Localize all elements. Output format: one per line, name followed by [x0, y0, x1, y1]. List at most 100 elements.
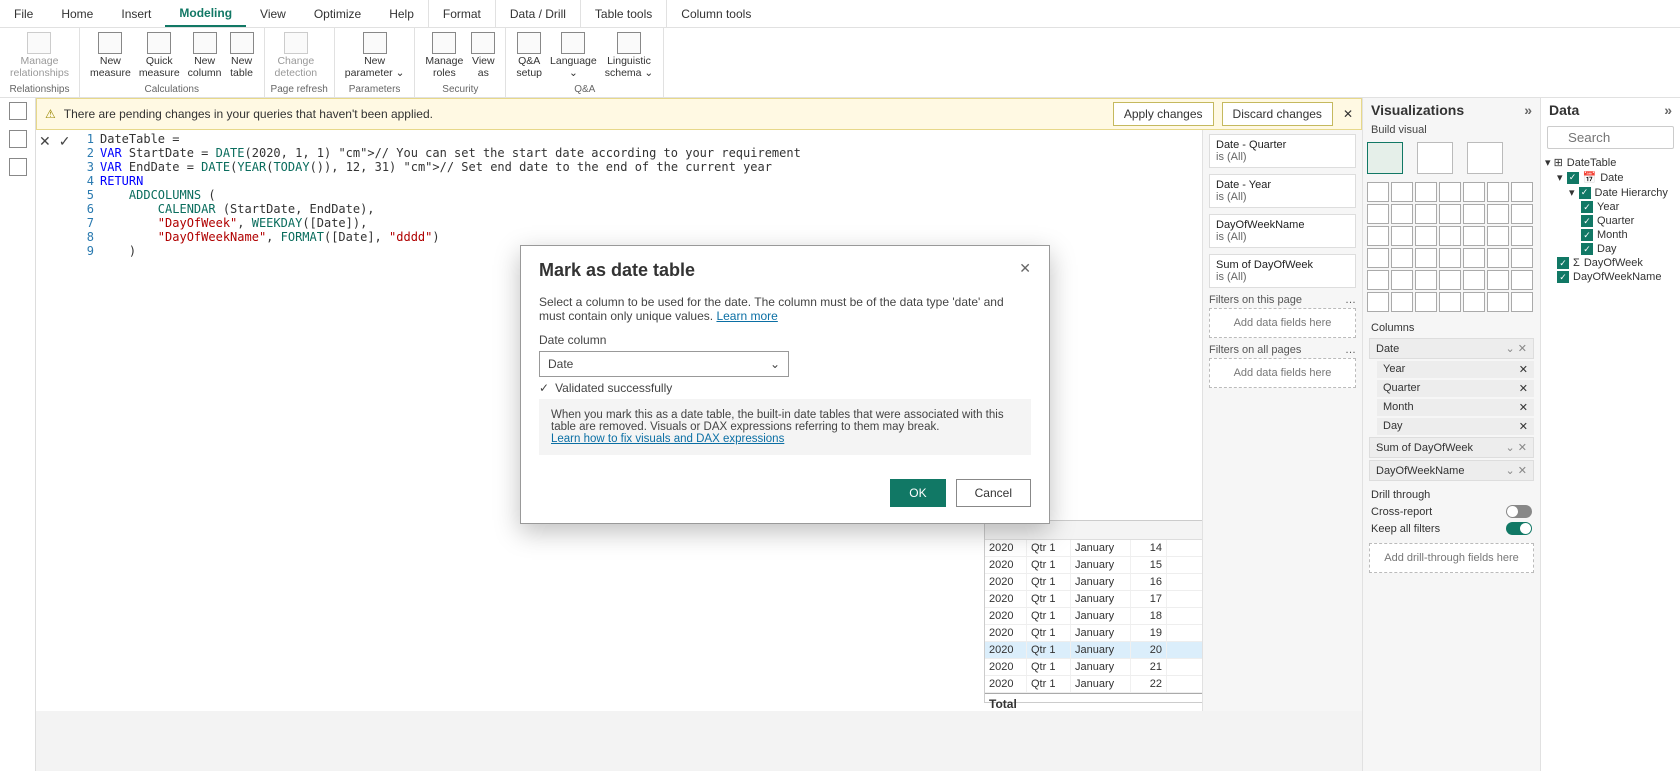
viz-type-icon[interactable]: [1439, 182, 1461, 202]
viz-type-icon[interactable]: [1487, 270, 1509, 290]
viz-type-icon[interactable]: [1511, 204, 1533, 224]
menu-column-tools[interactable]: Column tools: [666, 0, 765, 27]
viz-type-icon[interactable]: [1511, 226, 1533, 246]
field-well-down[interactable]: DayOfWeekName⌄ ✕: [1369, 460, 1534, 481]
viz-type-icon[interactable]: [1463, 270, 1485, 290]
menu-modeling[interactable]: Modeling: [165, 0, 246, 27]
viz-type-icon[interactable]: [1439, 248, 1461, 268]
formula-editor[interactable]: 1DateTable =2VAR StartDate = DATE(2020, …: [80, 130, 1348, 260]
remove-icon[interactable]: ✕: [1519, 382, 1528, 395]
remove-icon[interactable]: ✕: [1519, 401, 1528, 414]
viz-type-icon[interactable]: [1463, 248, 1485, 268]
viz-type-icon[interactable]: [1487, 226, 1509, 246]
keep-filters-toggle[interactable]: [1506, 522, 1532, 535]
viz-type-icon[interactable]: [1511, 182, 1533, 202]
viz-type-icon[interactable]: [1487, 248, 1509, 268]
viz-type-icon[interactable]: [1415, 182, 1437, 202]
viz-type-icon[interactable]: [1367, 292, 1389, 312]
analytics-tab[interactable]: [1467, 142, 1503, 174]
menu-format[interactable]: Format: [428, 0, 495, 27]
viz-type-icon[interactable]: [1391, 182, 1413, 202]
menu-home[interactable]: Home: [47, 0, 107, 27]
remove-icon[interactable]: ✕: [1519, 363, 1528, 376]
drill-through-drop[interactable]: Add drill-through fields here: [1369, 543, 1534, 573]
ribbon-language-[interactable]: Language⌄: [546, 30, 601, 83]
filter-card[interactable]: Date - Yearis (All): [1209, 174, 1356, 208]
field-dayofweekname[interactable]: ✓ DayOfWeekName: [1545, 270, 1676, 284]
viz-type-icon[interactable]: [1367, 182, 1389, 202]
viz-type-icon[interactable]: [1391, 292, 1413, 312]
search-input[interactable]: [1547, 126, 1674, 149]
viz-type-icon[interactable]: [1511, 248, 1533, 268]
learn-fix-link[interactable]: Learn how to fix visuals and DAX express…: [551, 433, 784, 445]
formula-cancel-icon[interactable]: ✕: [39, 133, 51, 150]
apply-changes-button[interactable]: Apply changes: [1113, 102, 1214, 126]
remove-icon[interactable]: ⌄ ✕: [1506, 342, 1528, 355]
viz-type-icon[interactable]: [1511, 292, 1533, 312]
menu-view[interactable]: View: [246, 0, 300, 27]
field-date[interactable]: ▾ ✓ 📅 Date: [1545, 170, 1676, 185]
discard-changes-button[interactable]: Discard changes: [1222, 102, 1333, 126]
menu-help[interactable]: Help: [375, 0, 428, 27]
viz-type-icon[interactable]: [1415, 248, 1437, 268]
viz-type-icon[interactable]: [1391, 248, 1413, 268]
field-dayofweek[interactable]: ✓ Σ DayOfWeek: [1545, 256, 1676, 270]
field-well-dow[interactable]: Sum of DayOfWeek⌄ ✕: [1369, 437, 1534, 458]
filter-drop-zone[interactable]: Add data fields here: [1209, 358, 1356, 388]
field-well-date[interactable]: Date⌄ ✕: [1369, 338, 1534, 359]
ribbon-view-as[interactable]: Viewas: [467, 30, 499, 83]
ok-button[interactable]: OK: [890, 479, 945, 507]
viz-type-icon[interactable]: [1439, 292, 1461, 312]
close-banner-icon[interactable]: ✕: [1343, 107, 1353, 121]
viz-type-icon[interactable]: [1367, 226, 1389, 246]
ribbon-quick-measure[interactable]: Quickmeasure: [135, 30, 184, 83]
menu-table-tools[interactable]: Table tools: [580, 0, 666, 27]
format-visual-tab[interactable]: [1417, 142, 1453, 174]
viz-type-icon[interactable]: [1391, 204, 1413, 224]
viz-type-icon[interactable]: [1367, 248, 1389, 268]
ribbon-new-table[interactable]: Newtable: [226, 30, 258, 83]
viz-type-icon[interactable]: [1463, 204, 1485, 224]
data-view-icon[interactable]: [9, 130, 27, 148]
filter-card[interactable]: Date - Quarteris (All): [1209, 134, 1356, 168]
date-column-select[interactable]: Date⌄: [539, 351, 789, 377]
viz-type-icon[interactable]: [1415, 292, 1437, 312]
filter-drop-zone[interactable]: Add data fields here: [1209, 308, 1356, 338]
viz-type-icon[interactable]: [1367, 270, 1389, 290]
viz-type-icon[interactable]: [1367, 204, 1389, 224]
close-dialog-icon[interactable]: ✕: [1019, 260, 1031, 281]
ribbon-new-parameter[interactable]: Newparameter ⌄: [341, 30, 409, 83]
menu-insert[interactable]: Insert: [107, 0, 165, 27]
viz-type-icon[interactable]: [1487, 292, 1509, 312]
formula-commit-icon[interactable]: ✓: [59, 133, 71, 150]
menu-optimize[interactable]: Optimize: [300, 0, 375, 27]
viz-type-icon[interactable]: [1391, 226, 1413, 246]
viz-type-icon[interactable]: [1487, 204, 1509, 224]
remove-icon[interactable]: ✕: [1519, 420, 1528, 433]
viz-type-icon[interactable]: [1439, 270, 1461, 290]
viz-type-icon[interactable]: [1463, 226, 1485, 246]
viz-type-icon[interactable]: [1415, 226, 1437, 246]
viz-type-icon[interactable]: [1463, 182, 1485, 202]
build-visual-tab[interactable]: [1367, 142, 1403, 174]
viz-type-icon[interactable]: [1415, 204, 1437, 224]
ribbon-linguistic-schema[interactable]: Linguisticschema ⌄: [601, 30, 657, 83]
ribbon-new-column[interactable]: Newcolumn: [184, 30, 226, 83]
hierarchy-date[interactable]: ▾ ✓ Date Hierarchy: [1545, 185, 1676, 200]
filter-card[interactable]: DayOfWeekNameis (All): [1209, 214, 1356, 248]
ribbon-new-measure[interactable]: Newmeasure: [86, 30, 135, 83]
collapse-viz-icon[interactable]: »: [1524, 102, 1532, 118]
viz-type-icon[interactable]: [1415, 270, 1437, 290]
viz-type-icon[interactable]: [1487, 182, 1509, 202]
viz-type-icon[interactable]: [1439, 226, 1461, 246]
learn-more-link[interactable]: Learn more: [716, 309, 777, 323]
ribbon-manage-roles[interactable]: Manageroles: [421, 30, 467, 83]
viz-type-icon[interactable]: [1463, 292, 1485, 312]
cancel-button[interactable]: Cancel: [956, 479, 1031, 507]
cross-report-toggle[interactable]: [1506, 505, 1532, 518]
menu-file[interactable]: File: [0, 0, 47, 27]
menu-data-drill[interactable]: Data / Drill: [495, 0, 580, 27]
collapse-data-icon[interactable]: »: [1664, 102, 1672, 118]
viz-type-icon[interactable]: [1391, 270, 1413, 290]
model-view-icon[interactable]: [9, 158, 27, 176]
